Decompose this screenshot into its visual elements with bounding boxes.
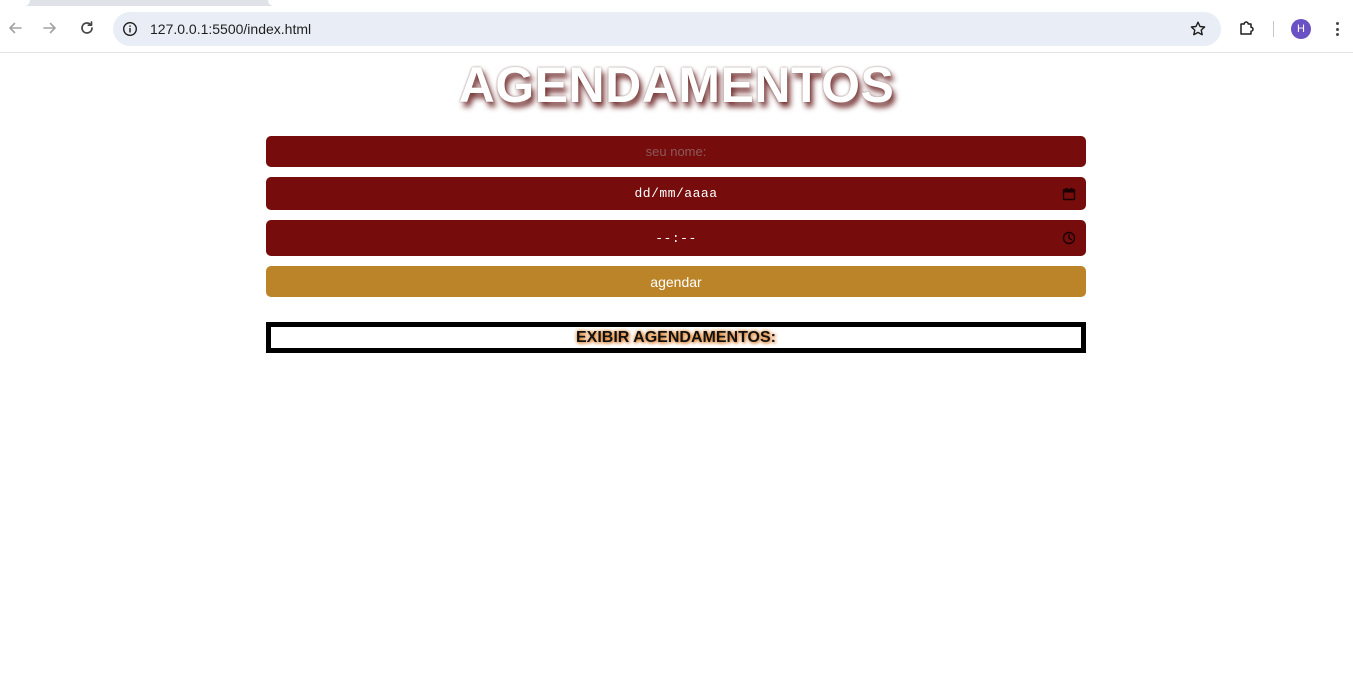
name-input[interactable]: seu nome: bbox=[266, 136, 1086, 167]
back-icon bbox=[9, 22, 22, 34]
profile-avatar[interactable]: H bbox=[1291, 19, 1311, 39]
star-icon[interactable] bbox=[1189, 20, 1207, 38]
toolbar-divider bbox=[1273, 21, 1274, 37]
forward-icon bbox=[43, 22, 56, 34]
appointments-list: EXIBIR AGENDAMENTOS: bbox=[266, 322, 1086, 353]
reload-icon bbox=[81, 21, 93, 34]
name-placeholder: seu nome: bbox=[645, 144, 707, 159]
date-placeholder: dd/mm/aaaa bbox=[634, 186, 718, 201]
time-placeholder: --:-- bbox=[655, 230, 697, 246]
extensions-icon[interactable] bbox=[1237, 18, 1257, 38]
schedule-button[interactable]: agendar bbox=[266, 266, 1086, 297]
reload-button[interactable] bbox=[75, 16, 99, 40]
appointments-heading: EXIBIR AGENDAMENTOS: bbox=[575, 328, 776, 346]
date-input[interactable]: dd/mm/aaaa bbox=[266, 177, 1086, 210]
address-bar[interactable]: 127.0.0.1:5500/index.html bbox=[113, 12, 1221, 46]
tab-strip bbox=[0, 0, 1353, 6]
menu-dot bbox=[1335, 27, 1339, 31]
booking-form: seu nome: dd/mm/aaaa --:-- agendar bbox=[266, 136, 1086, 297]
more-icon[interactable] bbox=[1328, 19, 1346, 39]
time-input[interactable]: --:-- bbox=[266, 220, 1086, 256]
clock-icon[interactable] bbox=[1062, 231, 1076, 245]
forward-button[interactable] bbox=[38, 16, 62, 40]
url-text[interactable]: 127.0.0.1:5500/index.html bbox=[150, 21, 311, 37]
tab-edge-right bbox=[268, 0, 1353, 6]
menu-dot bbox=[1335, 33, 1339, 36]
calendar-icon[interactable] bbox=[1062, 187, 1076, 201]
back-button[interactable] bbox=[3, 16, 27, 40]
browser-toolbar: 127.0.0.1:5500/index.html H bbox=[0, 0, 1353, 53]
page-title: AGENDAMENTOS bbox=[458, 57, 895, 113]
tab-edge-left bbox=[0, 0, 30, 6]
menu-dot bbox=[1335, 22, 1339, 25]
info-icon[interactable] bbox=[122, 21, 138, 37]
